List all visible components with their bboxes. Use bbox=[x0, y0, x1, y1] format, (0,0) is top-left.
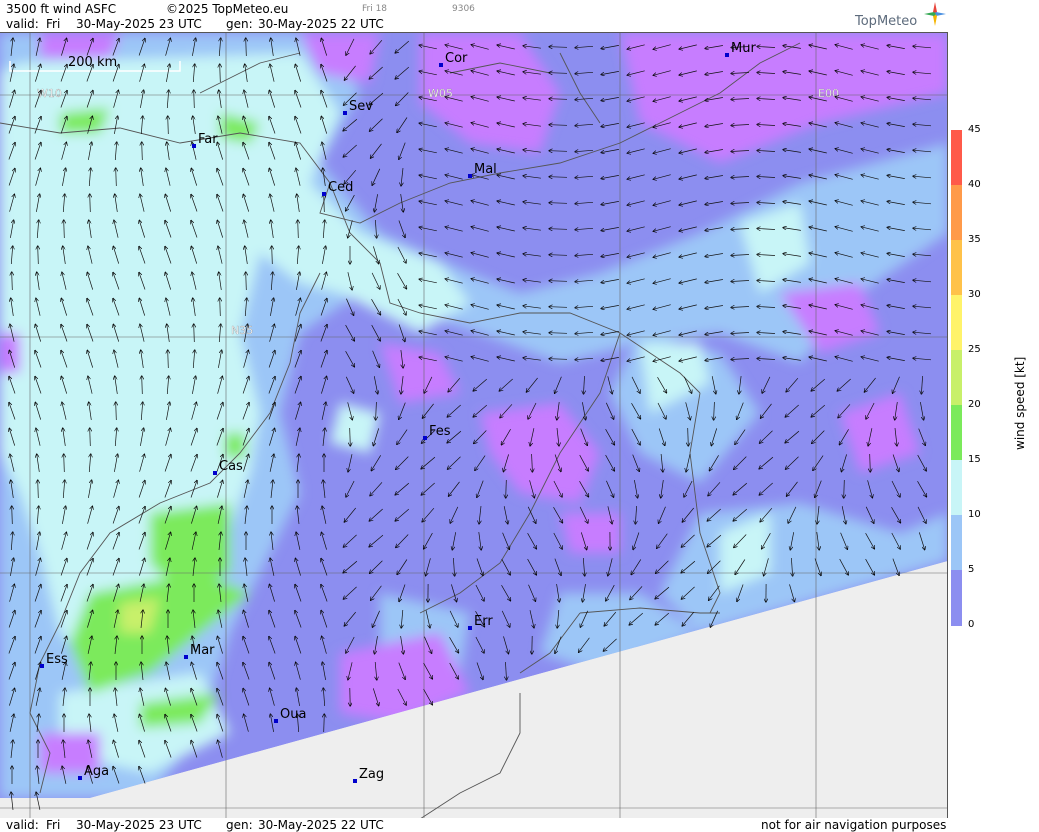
topmeteo-logo: TopMeteo bbox=[855, 14, 918, 29]
legend-swatch-20 bbox=[951, 405, 962, 460]
grid-label-e00: E00 bbox=[818, 87, 839, 100]
gen-time: 30-May-2025 22 UTC bbox=[258, 17, 384, 31]
legend-swatch-45 bbox=[951, 130, 962, 185]
city-label-mal: Mal bbox=[474, 162, 497, 177]
legend-tick: 15 bbox=[968, 454, 981, 465]
city-marker-cor bbox=[439, 63, 443, 67]
city-label-sev: Sev bbox=[349, 99, 373, 114]
city-marker-cas bbox=[213, 471, 217, 475]
wind-map-canvas: 200 km W10 W05 E00 N35 CorMurSevFarCedMa… bbox=[0, 33, 947, 818]
city-marker-far bbox=[192, 144, 196, 148]
legend-tick: 0 bbox=[968, 619, 975, 630]
city-marker-mur bbox=[725, 53, 729, 57]
footer-valid-label: valid: bbox=[6, 818, 39, 832]
city-label-ess: Ess bbox=[46, 652, 68, 667]
legend-swatch-10 bbox=[951, 515, 962, 570]
city-marker-mal bbox=[468, 174, 472, 178]
legend-tick: 30 bbox=[968, 289, 981, 300]
footer-valid-day: Fri bbox=[46, 818, 61, 832]
valid-time: 30-May-2025 23 UTC bbox=[76, 17, 202, 31]
legend-swatch-40 bbox=[951, 185, 962, 240]
city-label-err: Err bbox=[474, 614, 493, 629]
footer-disclaimer: not for air navigation purposes bbox=[761, 818, 947, 832]
day-marker: Fri 18 bbox=[362, 4, 388, 14]
legend-swatch-25 bbox=[951, 350, 962, 405]
copyright: ©2025 TopMeteo.eu bbox=[166, 2, 289, 16]
legend-colorbar bbox=[951, 130, 962, 626]
legend-tick: 45 bbox=[968, 124, 981, 135]
legend-title: wind speed [kt] bbox=[1013, 356, 1027, 450]
city-marker-ced bbox=[322, 192, 326, 196]
valid-label: valid: bbox=[6, 17, 39, 31]
legend-tick: 25 bbox=[968, 344, 981, 355]
product-title: 3500 ft wind ASFC bbox=[6, 2, 117, 16]
footer-gen-label: gen: bbox=[226, 818, 253, 832]
city-marker-sev bbox=[343, 111, 347, 115]
wind-map[interactable]: 200 km W10 W05 E00 N35 Cor Mur Sev Far Ced Ma… bbox=[0, 32, 948, 818]
legend-tick: 35 bbox=[968, 234, 981, 245]
city-marker-oua bbox=[274, 719, 278, 723]
city-label-mar: Mar bbox=[190, 643, 215, 658]
footer-valid-time: 30-May-2025 23 UTC bbox=[76, 818, 202, 832]
scale-label: 200 km bbox=[68, 55, 117, 70]
legend-swatch-15 bbox=[951, 460, 962, 515]
city-label-far: Far bbox=[198, 132, 218, 147]
city-marker-ess bbox=[40, 664, 44, 668]
grid-label-w10: W10 bbox=[37, 87, 62, 100]
city-label-cas: Cas bbox=[219, 459, 243, 474]
city-label-aga: Aga bbox=[84, 764, 109, 779]
city-label-ced: Ced bbox=[328, 180, 353, 195]
legend-swatch-35 bbox=[951, 240, 962, 295]
city-label-zag: Zag bbox=[359, 767, 384, 782]
gen-label: gen: bbox=[226, 17, 253, 31]
legend-tick: 40 bbox=[968, 179, 981, 190]
legend-tick: 20 bbox=[968, 399, 981, 410]
footer-gen-time: 30-May-2025 22 UTC bbox=[258, 818, 384, 832]
city-marker-mar bbox=[184, 655, 188, 659]
grid-label-n35: N35 bbox=[231, 324, 253, 337]
city-marker-fes bbox=[423, 436, 427, 440]
product-code: 9306 bbox=[452, 4, 475, 14]
city-label-cor: Cor bbox=[445, 51, 468, 66]
city-label-mur: Mur bbox=[731, 41, 756, 56]
legend-swatch-30 bbox=[951, 295, 962, 350]
city-marker-zag bbox=[353, 779, 357, 783]
legend-tick: 5 bbox=[968, 564, 975, 575]
compass-star-icon bbox=[924, 2, 946, 26]
city-marker-err bbox=[468, 626, 472, 630]
legend-swatch-5 bbox=[951, 570, 962, 626]
city-label-oua: Oua bbox=[280, 707, 306, 722]
valid-day: Fri bbox=[46, 17, 61, 31]
city-marker-aga bbox=[78, 776, 82, 780]
city-label-fes: Fes bbox=[429, 424, 451, 439]
legend-tick: 10 bbox=[968, 509, 981, 520]
